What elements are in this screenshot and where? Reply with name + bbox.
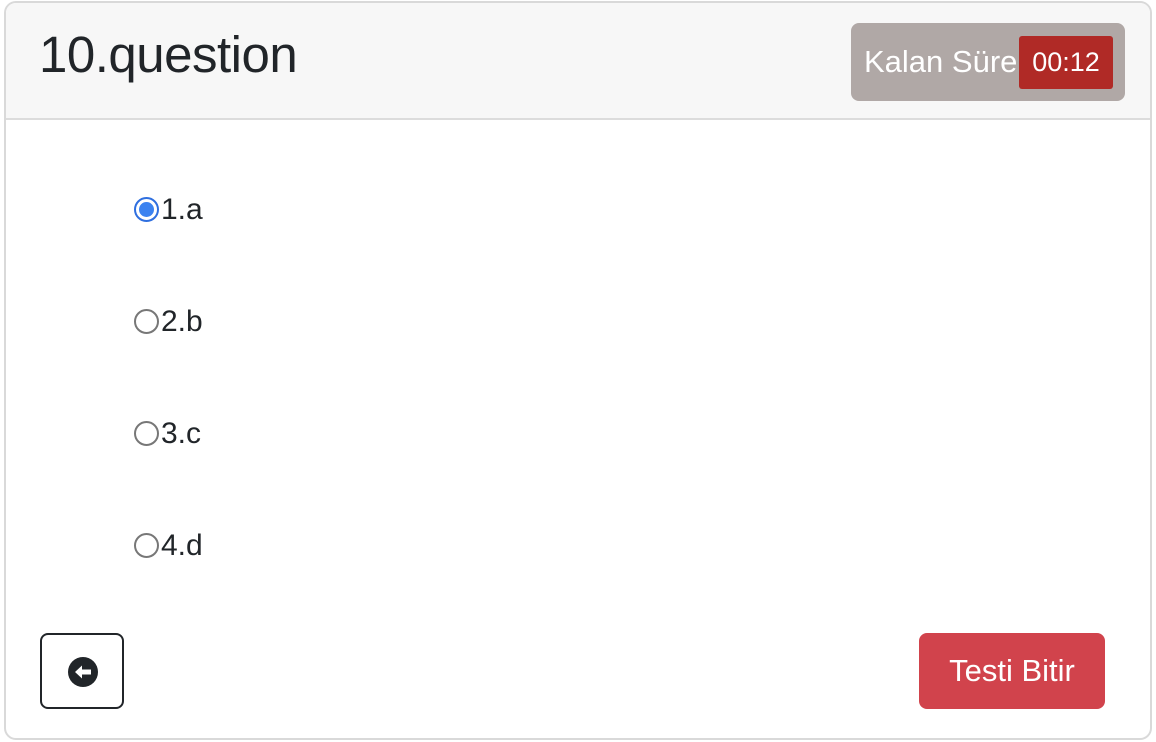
question-title: 10.question xyxy=(39,26,298,83)
answer-option-3[interactable]: 3.c xyxy=(134,413,334,457)
answer-label-4: 4.d xyxy=(161,529,203,562)
answer-radio-4[interactable] xyxy=(134,533,159,558)
remaining-time-label: Kalan Süre xyxy=(864,44,1018,79)
answer-option-4[interactable]: 4.d xyxy=(134,525,334,569)
back-button[interactable] xyxy=(40,633,124,709)
answer-label-1: 1.a xyxy=(161,193,203,226)
answer-label-2: 2.b xyxy=(161,305,203,338)
remaining-time-badge: Kalan Süre 00:12 xyxy=(851,23,1125,101)
finish-test-button[interactable]: Testi Bitir xyxy=(919,633,1105,709)
answer-radio-2[interactable] xyxy=(134,309,159,334)
arrow-left-circle-icon xyxy=(68,657,98,687)
answer-radio-3[interactable] xyxy=(134,421,159,446)
answer-radio-1[interactable] xyxy=(134,197,159,222)
answer-option-2[interactable]: 2.b xyxy=(134,301,334,345)
question-card: 10.question Kalan Süre 00:12 1.a 2.b 3.c… xyxy=(4,1,1152,740)
question-header: 10.question Kalan Süre 00:12 xyxy=(6,3,1150,120)
remaining-time-value: 00:12 xyxy=(1019,36,1113,89)
answer-option-1[interactable]: 1.a xyxy=(134,189,334,233)
answer-label-3: 3.c xyxy=(161,417,202,450)
